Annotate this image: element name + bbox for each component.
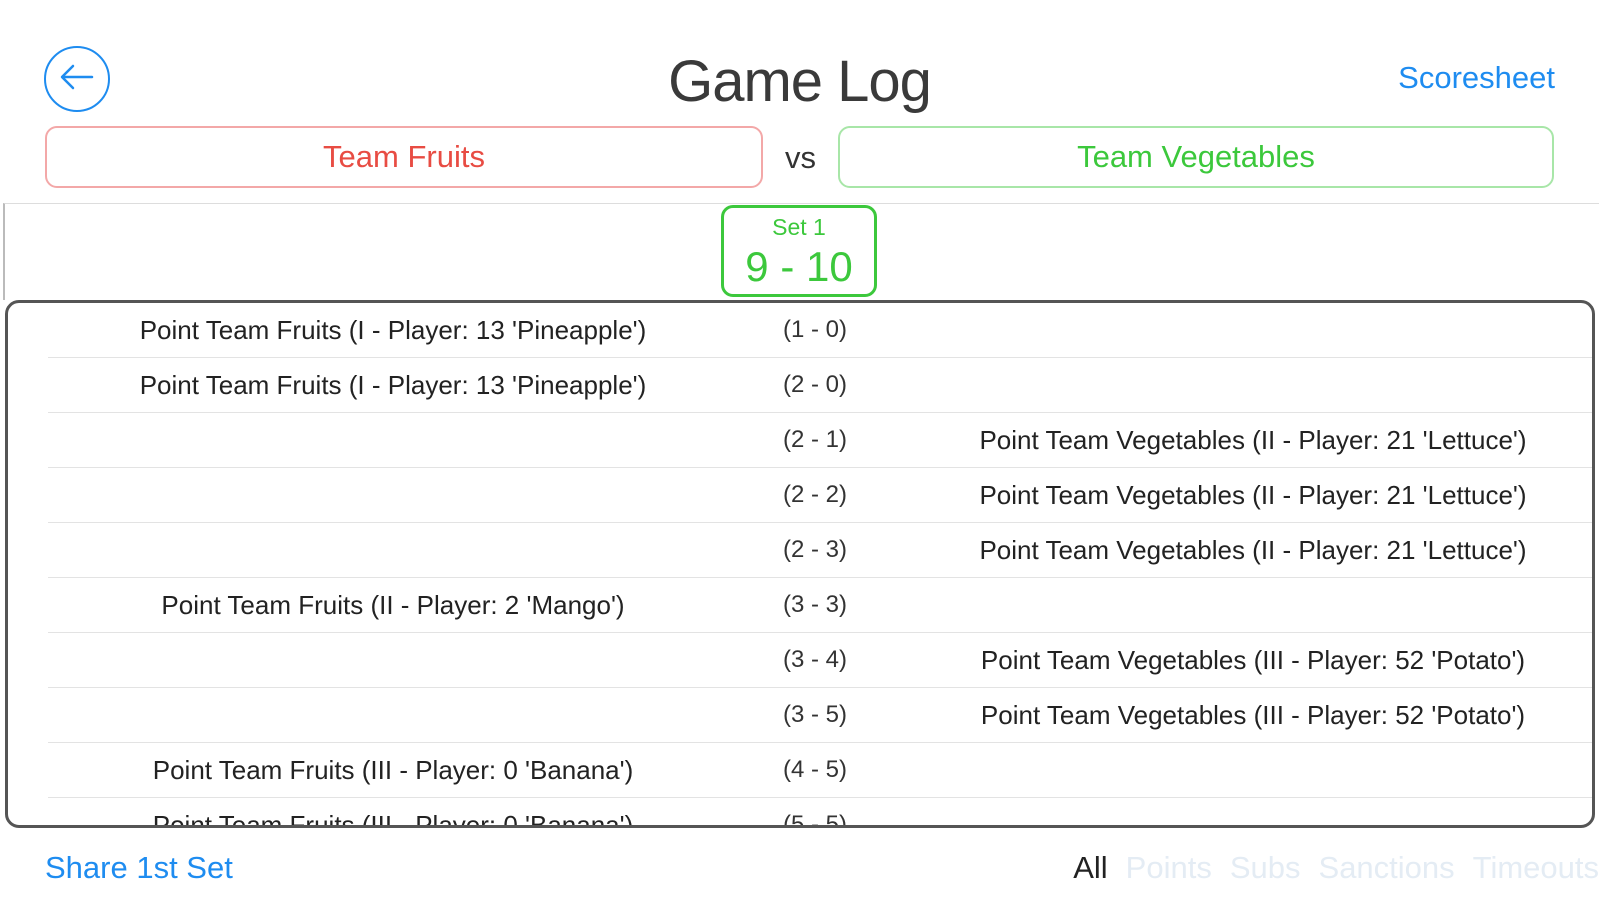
log-away-event [908,578,1592,632]
filter-timeouts[interactable]: Timeouts [1473,850,1599,886]
log-home-event [48,413,738,467]
log-row: (2 - 3) Point Team Vegetables (II - Play… [48,523,1592,578]
log-away-event: Point Team Vegetables (III - Player: 52 … [980,645,1526,675]
log-away-event: Point Team Vegetables (II - Player: 21 '… [979,535,1527,565]
log-home-event: Point Team Fruits (II - Player: 2 'Mango… [161,590,625,620]
set-1-tab[interactable]: Set 1 9 - 10 [721,205,877,297]
log-score: (4 - 5) [782,756,847,783]
log-away-event [908,798,1592,825]
log-row: Point Team Fruits (III - Player: 0 'Bana… [48,798,1592,828]
filter-all[interactable]: All [1073,850,1107,886]
log-row: (2 - 1) Point Team Vegetables (II - Play… [48,413,1592,468]
game-log-list[interactable]: Point Team Fruits (I - Player: 13 'Pinea… [5,300,1595,828]
set-label: Set 1 [772,214,826,240]
log-row: Point Team Fruits (II - Player: 2 'Mango… [48,578,1592,633]
log-home-event [48,468,738,522]
log-home-event: Point Team Fruits (I - Player: 13 'Pinea… [139,370,647,400]
log-home-event: Point Team Fruits (III - Player: 0 'Bana… [152,810,634,828]
log-away-event [908,358,1592,412]
log-away-event: Point Team Vegetables (II - Player: 21 '… [979,425,1527,455]
page-title: Game Log [668,49,932,114]
log-score: (3 - 5) [782,701,847,728]
log-score: (2 - 2) [782,481,847,508]
filter-points[interactable]: Points [1126,850,1212,886]
share-set-button[interactable]: Share 1st Set [45,850,233,886]
log-row: (3 - 4) Point Team Vegetables (III - Pla… [48,633,1592,688]
log-score: (2 - 1) [782,426,847,453]
filter-subs[interactable]: Subs [1230,850,1301,886]
log-home-event [48,633,738,687]
set-score: 9 - 10 [745,243,853,290]
log-row: (3 - 5) Point Team Vegetables (III - Pla… [48,688,1592,743]
team-away-name: Team Vegetables [1077,139,1315,174]
log-score: (2 - 3) [782,536,847,563]
log-score: (2 - 0) [782,371,847,398]
log-score: (3 - 3) [782,591,847,618]
log-home-event: Point Team Fruits (I - Player: 13 'Pinea… [139,315,647,345]
scoresheet-button[interactable]: Scoresheet [1398,60,1555,96]
log-score: (3 - 4) [782,646,847,673]
log-row: Point Team Fruits (III - Player: 0 'Bana… [48,743,1592,798]
team-home-button[interactable]: Team Fruits [45,126,763,188]
log-score: (5 - 5) [782,811,847,828]
team-home-name: Team Fruits [323,139,485,174]
log-row: (2 - 2) Point Team Vegetables (II - Play… [48,468,1592,523]
log-filter-bar: All Points Subs Sanctions Timeouts [1073,850,1599,886]
log-home-event: Point Team Fruits (III - Player: 0 'Bana… [152,755,634,785]
log-away-event: Point Team Vegetables (II - Player: 21 '… [979,480,1527,510]
filter-sanctions[interactable]: Sanctions [1319,850,1455,886]
log-home-event [48,688,738,742]
log-away-event [908,303,1592,357]
log-away-event: Point Team Vegetables (III - Player: 52 … [980,700,1526,730]
log-row: Point Team Fruits (I - Player: 13 'Pinea… [48,358,1592,413]
log-row: Point Team Fruits (I - Player: 13 'Pinea… [48,303,1592,358]
log-home-event [48,523,738,577]
log-score: (1 - 0) [782,316,847,343]
log-away-event [908,743,1592,797]
vs-label: vs [785,140,816,175]
team-away-button[interactable]: Team Vegetables [838,126,1554,188]
